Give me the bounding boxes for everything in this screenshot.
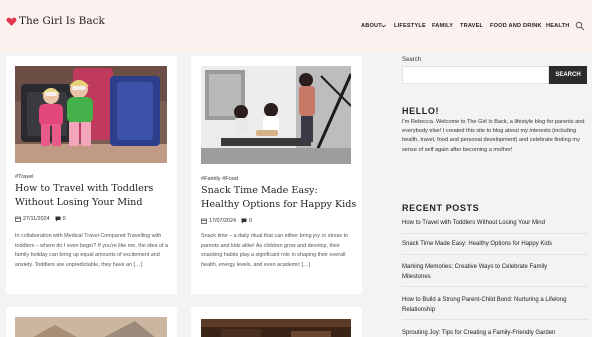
calendar-icon: [15, 216, 21, 222]
chevron-down-icon: [381, 24, 386, 28]
post-card: #Family #Food Snack Time Made Easy: Heal…: [191, 56, 362, 294]
post-comment-count[interactable]: 0: [249, 218, 252, 224]
toddlers-photo: [15, 66, 167, 163]
site-header: The Girl Is Back ABOUT LIFESTYLE FAMILY …: [0, 0, 592, 52]
post-excerpt: Snack time – a daily ritual that can eit…: [201, 233, 349, 268]
post-date: 27/11/2024: [23, 216, 50, 222]
post-image[interactable]: [201, 319, 351, 337]
post-photo: [201, 319, 351, 337]
post-image-snack[interactable]: [201, 66, 351, 164]
snack-photo: [201, 66, 351, 164]
recent-posts-heading: RECENT POSTS: [402, 203, 480, 213]
post-card: [191, 307, 362, 337]
about-text: I'm Rebecca. Welcome to The Girl Is Back…: [402, 119, 585, 153]
post-category[interactable]: #Family #Food: [201, 176, 238, 182]
divider: [402, 319, 588, 320]
post-comment-count[interactable]: 0: [63, 216, 66, 222]
nav-food-and-drink[interactable]: FOOD AND DRINK: [490, 23, 542, 29]
comment-icon: [55, 216, 61, 222]
recent-post-link[interactable]: How to Build a Strong Parent-Child Bond:…: [402, 295, 588, 315]
search-label: Search: [402, 57, 422, 63]
post-card: [6, 307, 177, 337]
comment-icon: [241, 218, 247, 224]
nav-lifestyle[interactable]: LIFESTYLE: [394, 23, 426, 29]
nav-family[interactable]: FAMILY: [432, 23, 453, 29]
post-meta: 17/07/2024 0: [201, 218, 252, 224]
hello-heading: HELLO!: [402, 106, 440, 116]
post-date: 17/07/2024: [209, 218, 236, 224]
post-title[interactable]: How to Travel with Toddlers Without Losi…: [15, 182, 175, 210]
search-icon[interactable]: [575, 21, 585, 31]
divider: [402, 254, 588, 255]
post-image[interactable]: [15, 317, 167, 337]
post-image-toddlers[interactable]: [15, 66, 167, 163]
post-card: #Travel How to Travel with Toddlers With…: [6, 56, 177, 294]
recent-post-link[interactable]: Marking Memories: Creative Ways to Celeb…: [402, 262, 574, 282]
post-title[interactable]: Snack Time Made Easy: Healthy Options fo…: [201, 184, 359, 212]
recent-post-link[interactable]: How to Travel with Toddlers Without Losi…: [402, 218, 588, 228]
divider: [402, 233, 588, 234]
nav-health[interactable]: HEALTH: [546, 23, 569, 29]
post-category[interactable]: #Travel: [15, 174, 33, 180]
nav-travel[interactable]: TRAVEL: [460, 23, 483, 29]
recent-post-link[interactable]: Snack Time Made Easy: Healthy Options fo…: [402, 239, 588, 249]
site-logo[interactable]: The Girl Is Back: [6, 15, 105, 27]
nav-about[interactable]: ABOUT: [361, 23, 382, 29]
site-title: The Girl Is Back: [19, 15, 105, 27]
sidebar-search-input[interactable]: [402, 66, 549, 84]
search-button[interactable]: SEARCH: [549, 66, 587, 84]
recent-post-link[interactable]: Sprouting Joy: Tips for Creating a Famil…: [402, 328, 588, 337]
calendar-icon: [201, 218, 207, 224]
heart-icon: [6, 17, 17, 26]
post-excerpt: In collaboration with Medical Travel Com…: [15, 233, 168, 268]
divider: [402, 286, 588, 287]
post-photo: [15, 317, 167, 337]
post-meta: 27/11/2024 0: [15, 216, 66, 222]
